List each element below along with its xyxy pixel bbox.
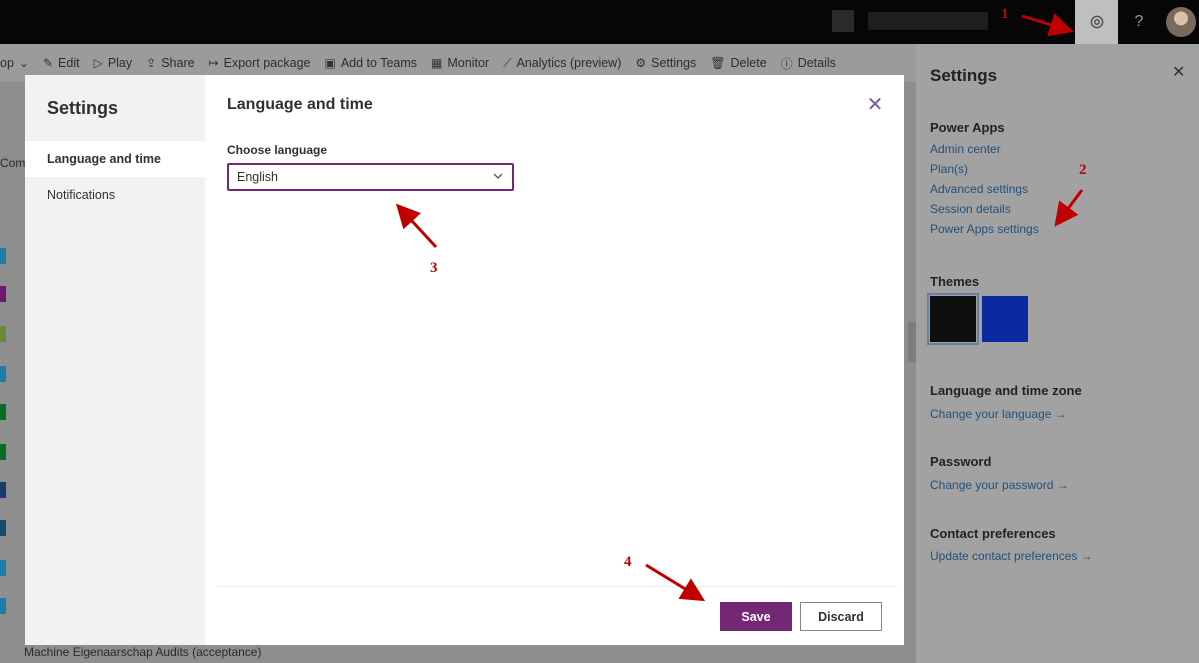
command-label: Add to Teams	[340, 56, 418, 70]
close-icon[interactable]: ✕	[1172, 62, 1185, 82]
command-play[interactable]: ▷ Play	[94, 56, 133, 70]
command-share[interactable]: ⇪ Share	[146, 56, 194, 70]
discard-button[interactable]: Discard	[800, 602, 882, 631]
theme-swatch-blue[interactable]	[982, 296, 1028, 342]
close-icon: ✕	[866, 93, 884, 116]
dialog-content-title: Language and time	[227, 96, 373, 113]
selected-language: English	[237, 170, 278, 184]
theme-swatch-black[interactable]	[927, 293, 979, 345]
command-label: Share	[161, 56, 195, 70]
gear-icon	[1090, 15, 1103, 29]
app-icon	[0, 248, 6, 264]
password-heading: Password	[930, 454, 992, 469]
change-password-link[interactable]: Change your password →	[930, 478, 1069, 492]
app-icon	[0, 560, 6, 576]
command-delete[interactable]: 🗑 Delete	[710, 56, 766, 70]
nav-item-notifications[interactable]: Notifications	[25, 177, 205, 213]
admin-center-link[interactable]: Admin center	[930, 142, 1001, 156]
app-icon	[0, 326, 6, 342]
play-icon: ▷	[93, 56, 103, 70]
command-label: op	[0, 56, 14, 70]
footer-divider	[217, 586, 897, 587]
teams-icon: ▣	[324, 56, 336, 70]
annotation-number: 2	[1079, 162, 1087, 178]
list-fragment: Com	[0, 156, 26, 170]
command-label: Settings	[651, 56, 697, 70]
themes-heading: Themes	[930, 274, 980, 289]
nav-item-label: Language and time	[47, 152, 161, 166]
info-icon: ⓘ	[780, 56, 793, 71]
command-label: Delete	[730, 56, 767, 70]
analytics-icon: ⟋	[503, 55, 512, 70]
help-button[interactable]: ?	[1122, 0, 1156, 44]
app-icon	[0, 404, 6, 420]
change-language-link[interactable]: Change your language →	[930, 407, 1067, 421]
command-details[interactable]: ⓘ Details	[781, 55, 836, 72]
settings-gear-button[interactable]	[1075, 0, 1118, 44]
command-label: Monitor	[447, 56, 490, 70]
command-label: Export package	[223, 56, 311, 70]
settings-panel: Settings ✕ Power Apps Admin center Plan(…	[916, 44, 1199, 663]
chevron-down-icon	[492, 170, 504, 185]
share-icon: ⇪	[146, 56, 157, 70]
command-add-to-teams[interactable]: ▣ Add to Teams	[324, 56, 417, 70]
settings-dialog: Settings Language and time Notifications…	[25, 75, 904, 645]
annotation-number: 1	[1001, 6, 1009, 22]
save-button[interactable]: Save	[720, 602, 792, 631]
blurred-area	[832, 10, 854, 32]
nav-item-language-and-time[interactable]: Language and time	[25, 141, 205, 177]
annotation-number: 3	[430, 260, 438, 276]
contact-heading: Contact preferences	[930, 526, 1056, 541]
annotation-number: 4	[624, 554, 632, 570]
command-label: Edit	[58, 56, 80, 70]
choose-language-label: Choose language	[227, 143, 328, 157]
command-more[interactable]: op ⌄	[0, 56, 29, 70]
app-icon	[0, 598, 6, 614]
list-row-text: Machine Eigenaarschap Audits (acceptance…	[24, 645, 262, 659]
power-apps-settings-link[interactable]: Power Apps settings	[930, 222, 1039, 236]
top-bar: ?	[0, 0, 1199, 44]
command-label: Details	[797, 56, 836, 70]
settings-nav: Settings Language and time Notifications	[25, 75, 205, 645]
gear-icon: ⚙	[635, 56, 647, 70]
panel-title: Settings	[930, 66, 998, 85]
scrollbar[interactable]	[908, 322, 916, 362]
update-contact-link[interactable]: Update contact preferences →	[930, 549, 1093, 563]
command-monitor[interactable]: ▦ Monitor	[431, 56, 489, 70]
dialog-nav-title: Settings	[47, 98, 119, 118]
plans-link[interactable]: Plan(s)	[930, 162, 968, 176]
chevron-down-icon: ⌄	[18, 56, 29, 70]
command-label: Analytics (preview)	[516, 56, 622, 70]
command-analytics[interactable]: ⟋ Analytics (preview)	[503, 56, 621, 71]
nav-item-label: Notifications	[47, 188, 116, 202]
language-dropdown[interactable]: English	[227, 163, 514, 191]
command-edit[interactable]: ✎ Edit	[43, 56, 80, 70]
command-label: Play	[107, 56, 133, 70]
pencil-icon: ✎	[42, 56, 54, 70]
app-icon	[0, 520, 6, 536]
app-icon	[0, 366, 6, 382]
advanced-settings-link[interactable]: Advanced settings	[930, 182, 1028, 196]
app-icon	[0, 286, 6, 302]
command-settings[interactable]: ⚙ Settings	[635, 56, 696, 70]
app-icon	[0, 444, 6, 460]
trash-icon: 🗑	[710, 56, 726, 70]
dialog-close-button[interactable]: ✕	[863, 92, 887, 116]
command-export-package[interactable]: ↦ Export package	[209, 56, 311, 70]
app-icon	[0, 482, 6, 498]
blurred-area	[868, 12, 988, 30]
session-details-link[interactable]: Session details	[930, 202, 1011, 216]
power-apps-heading: Power Apps	[930, 120, 1005, 135]
avatar[interactable]	[1166, 7, 1196, 37]
language-heading: Language and time zone	[930, 383, 1082, 398]
export-icon: ↦	[208, 56, 219, 70]
monitor-icon: ▦	[431, 56, 443, 70]
